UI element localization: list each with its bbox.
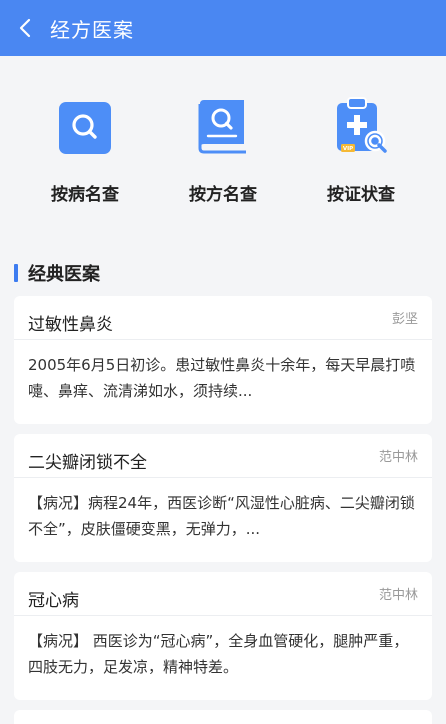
search-entries: 按病名查 按方名查 VIP 按证状查 (0, 56, 446, 246)
vip-badge: VIP (343, 146, 353, 152)
case-card-head: 二尖瓣闭锁不全 范中林 (14, 434, 432, 478)
entry-label: 按方名查 (189, 185, 257, 205)
case-card[interactable]: 过敏性鼻炎 彭坚 2005年6月5日初诊。患过敏性鼻炎十余年，每天早晨打喷嚏、鼻… (14, 296, 432, 424)
search-by-formula-button[interactable]: 按方名查 (163, 98, 283, 246)
case-summary: 【病况】病程24年，西医诊断“风湿性心脏病、二尖瓣闭锁不全”，皮肤僵硬变黑，无弹… (28, 494, 415, 538)
case-author: 彭坚 (391, 312, 418, 327)
section-title: 经典医案 (28, 264, 100, 285)
back-arrow-icon[interactable] (14, 17, 36, 39)
page-title: 经方医案 (50, 17, 134, 42)
case-title: 过敏性鼻炎 (28, 315, 113, 335)
case-card-head: 过敏性鼻炎 彭坚 (14, 296, 432, 340)
section-accent-bar (14, 264, 18, 282)
book-search-icon (193, 98, 253, 158)
case-author: 范中林 (378, 588, 418, 603)
entry-label: 按病名查 (51, 185, 119, 205)
case-list: 过敏性鼻炎 彭坚 2005年6月5日初诊。患过敏性鼻炎十余年，每天早晨打喷嚏、鼻… (0, 286, 446, 724)
search-square-icon (55, 98, 115, 158)
app-header: 经方医案 (0, 0, 446, 56)
case-card[interactable]: 二尖瓣闭锁不全 范中林 【病况】病程24年，西医诊断“风湿性心脏病、二尖瓣闭锁不… (14, 434, 432, 562)
case-summary: 2005年6月5日初诊。患过敏性鼻炎十余年，每天早晨打喷嚏、鼻痒、流清涕如水，须… (28, 356, 416, 400)
case-title: 二尖瓣闭锁不全 (28, 453, 147, 473)
case-summary: 【病况】 西医诊为“冠心病”，全身血管硬化，腿肿严重，四肢无力，足发凉，精神特差… (28, 632, 409, 676)
search-by-disease-button[interactable]: 按病名查 (25, 98, 145, 246)
search-by-symptom-button[interactable]: VIP 按证状查 (301, 97, 421, 246)
case-card-partial[interactable] (14, 710, 432, 724)
case-author: 范中林 (378, 450, 418, 465)
case-title: 冠心病 (28, 591, 79, 611)
entry-label: 按证状查 (327, 185, 395, 205)
case-card[interactable]: 冠心病 范中林 【病况】 西医诊为“冠心病”，全身血管硬化，腿肿严重，四肢无力，… (14, 572, 432, 700)
clipboard-plus-search-icon: VIP (331, 97, 391, 158)
case-card-head: 冠心病 范中林 (14, 572, 432, 616)
section-header: 经典医案 (0, 260, 446, 286)
